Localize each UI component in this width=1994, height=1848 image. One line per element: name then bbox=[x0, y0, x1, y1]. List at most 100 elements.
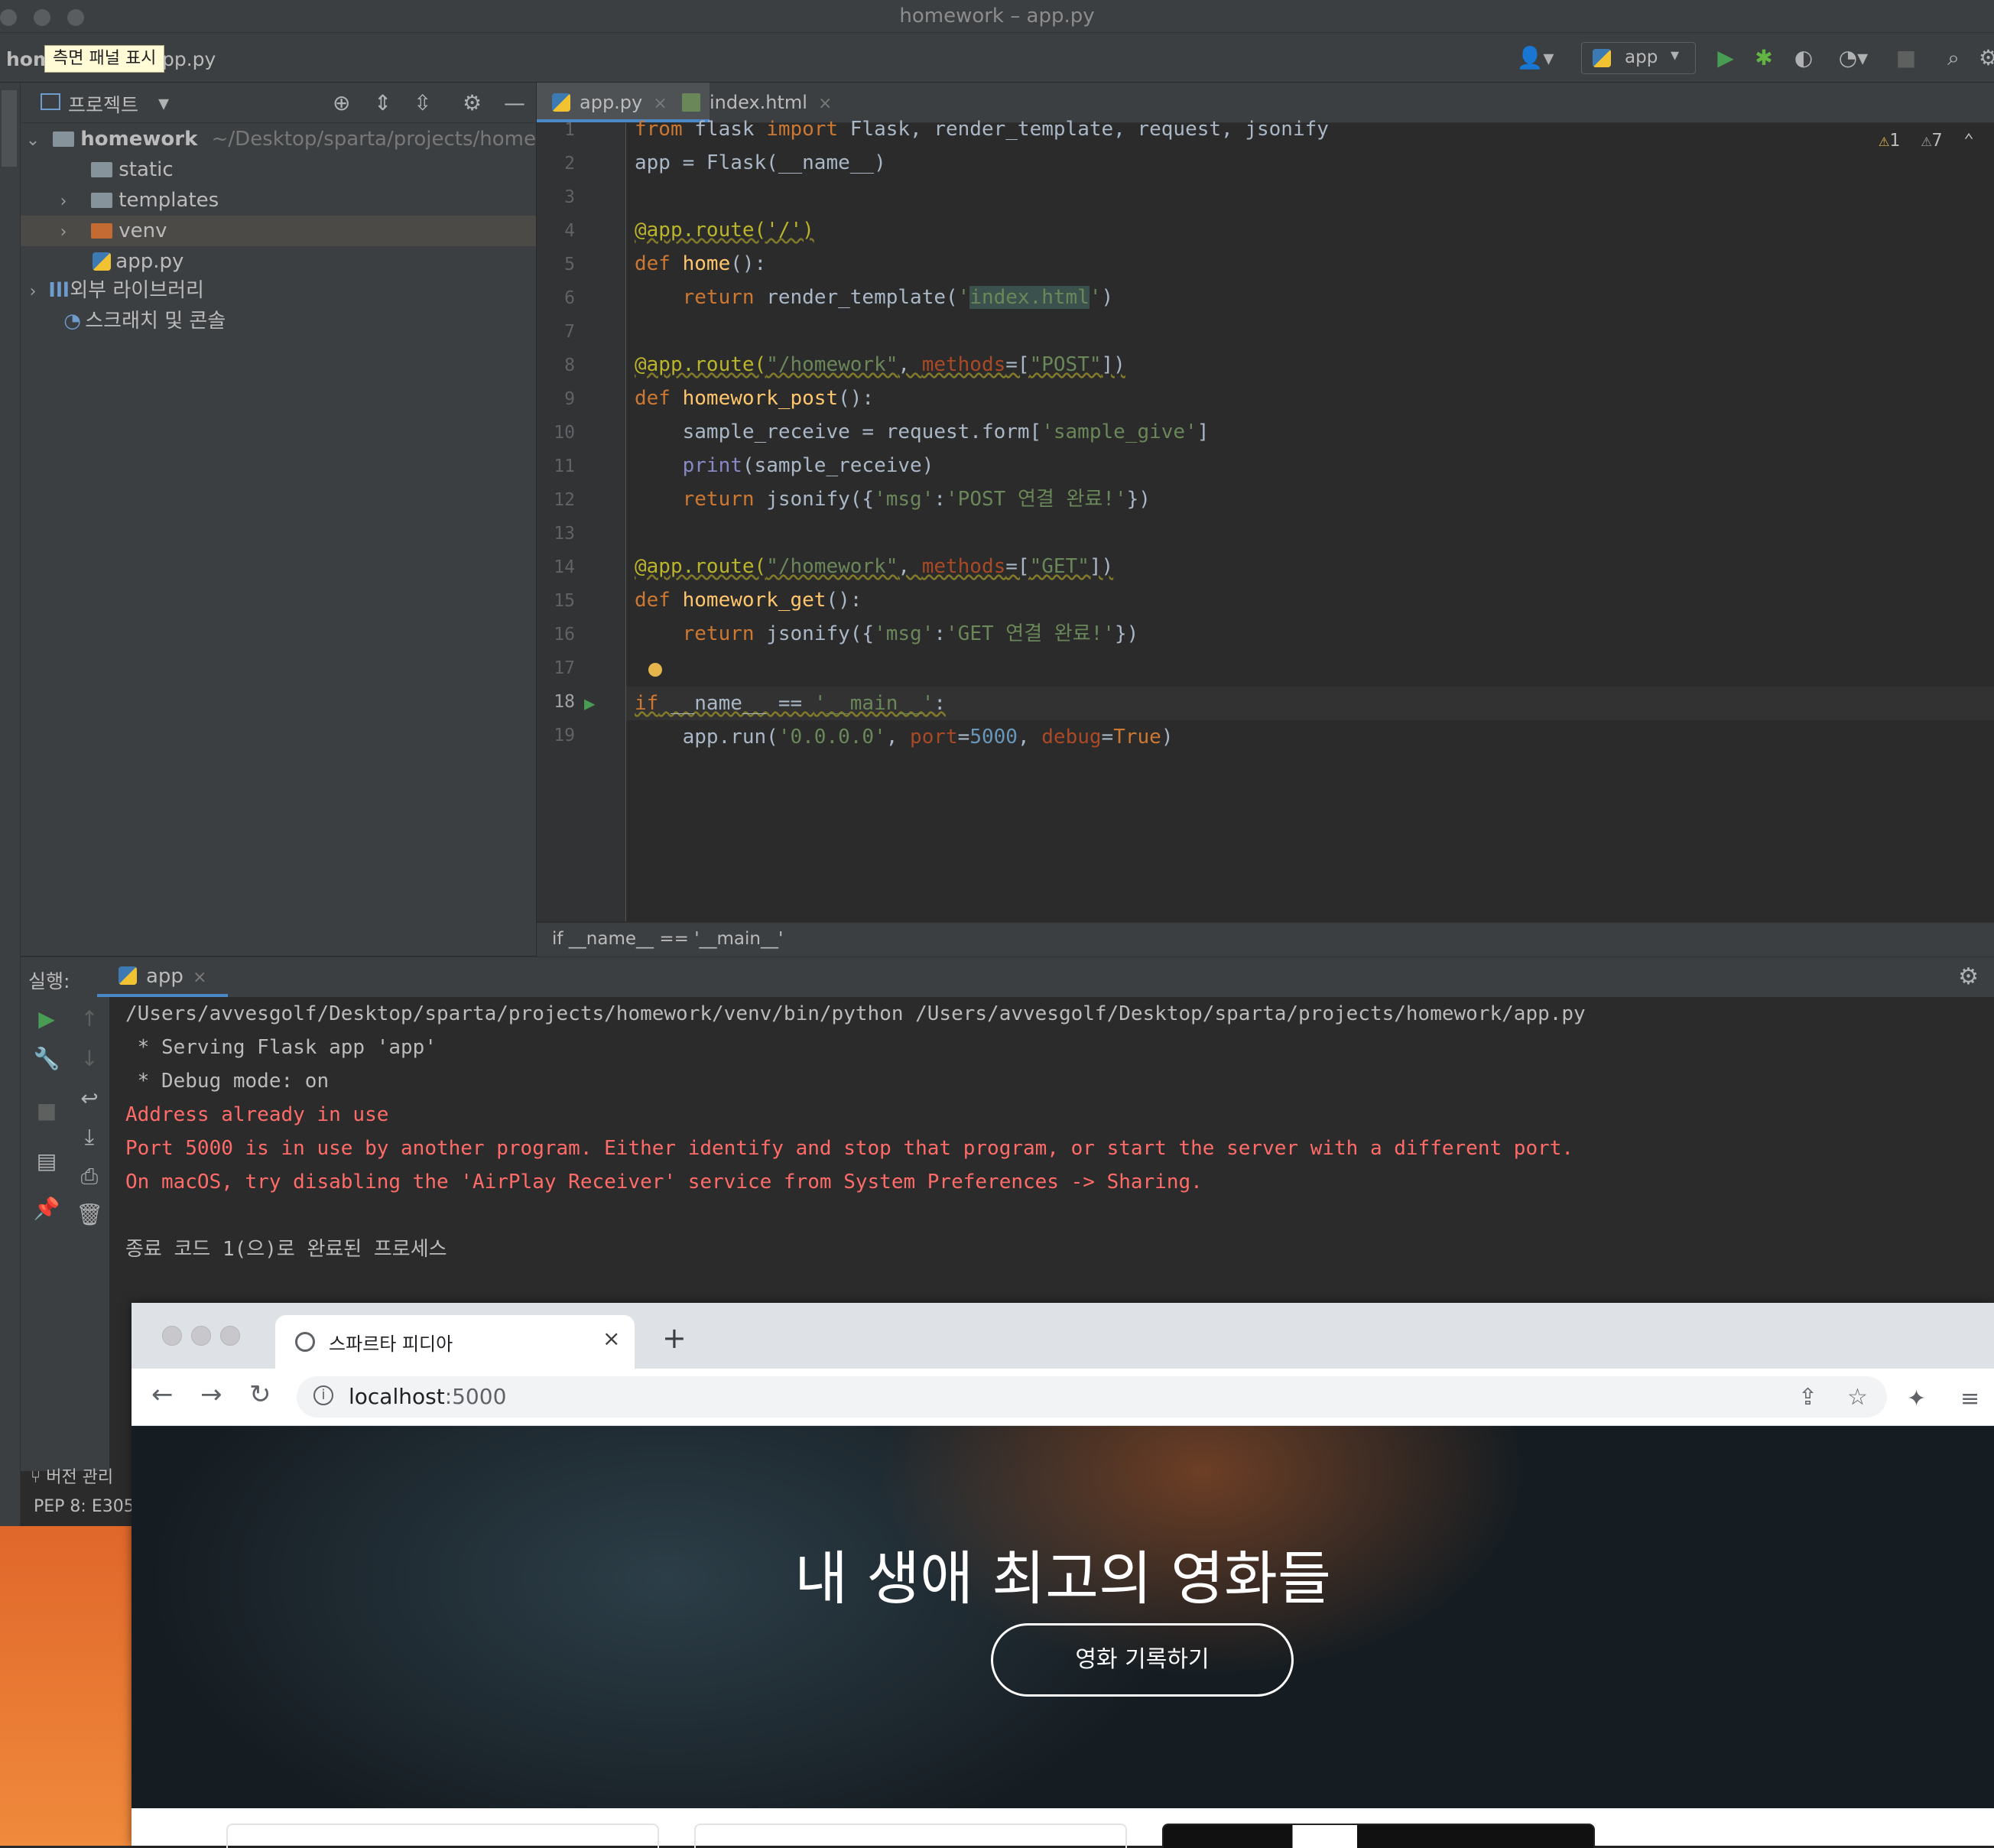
run-configuration-select[interactable]: app ▾ bbox=[1581, 42, 1696, 74]
weak-warning-icon: ⚠ bbox=[1921, 131, 1932, 151]
forward-icon[interactable]: → bbox=[200, 1379, 222, 1410]
keyword: def bbox=[635, 252, 671, 275]
console-error-line: Address already in use bbox=[125, 1103, 389, 1126]
branch-icon: ⑂ bbox=[31, 1468, 41, 1487]
code-text: ) bbox=[1161, 726, 1174, 749]
run-console[interactable]: /Users/avvesgolf/Desktop/sparta/projects… bbox=[110, 997, 1994, 1306]
tree-item-label: homework bbox=[80, 128, 198, 151]
hide-panel-icon[interactable]: — bbox=[504, 90, 525, 115]
tree-item-homework[interactable]: ⌄ homework ~/Desktop/sparta/projects/hom… bbox=[21, 124, 584, 154]
pep8-status[interactable]: PEP 8: E305 bbox=[34, 1497, 135, 1516]
scroll-to-end-icon[interactable]: ⤓ bbox=[74, 1124, 105, 1150]
project-tool-window-button[interactable] bbox=[2, 90, 17, 167]
search-icon[interactable]: ⌕ bbox=[1940, 45, 1966, 71]
code-line-10: sample_receive = request.form['sample_gi… bbox=[635, 415, 1210, 449]
close-tab-icon[interactable]: × bbox=[602, 1326, 620, 1351]
line-number: 18 bbox=[554, 692, 575, 712]
line-number: 2 bbox=[564, 154, 575, 174]
pin-icon[interactable]: 📌 bbox=[31, 1196, 62, 1221]
run-tab-app[interactable]: app × bbox=[97, 957, 229, 997]
breadcrumb-item[interactable]: if __name__ == '__main__' bbox=[552, 929, 783, 949]
parameter: port bbox=[910, 726, 958, 749]
keyword: if bbox=[635, 692, 659, 715]
close-tab-icon[interactable]: × bbox=[818, 94, 832, 113]
gear-icon[interactable]: ⚙ bbox=[463, 90, 482, 115]
close-window-icon[interactable] bbox=[162, 1326, 182, 1346]
tree-item-static[interactable]: static bbox=[21, 154, 536, 185]
record-movie-button[interactable]: 영화 기록하기 bbox=[991, 1623, 1294, 1697]
tree-item-external-libraries[interactable]: › Ill외부 라이브러리 bbox=[21, 275, 536, 306]
extensions-icon[interactable]: ✦ bbox=[1907, 1385, 1926, 1412]
minimize-window-icon[interactable] bbox=[191, 1326, 211, 1346]
code-text: app.run( bbox=[635, 726, 778, 749]
desktop-background bbox=[0, 1526, 132, 1846]
wrench-icon[interactable]: 🔧 bbox=[31, 1046, 62, 1071]
version-control-button[interactable]: ⑂ 버전 관리 bbox=[31, 1463, 113, 1488]
chevron-up-icon: ⌃ bbox=[1963, 131, 1974, 151]
movie-card[interactable] bbox=[694, 1824, 1127, 1848]
media-control-icon[interactable]: ≡ bbox=[1960, 1385, 1979, 1412]
debug-icon[interactable]: ✱ bbox=[1751, 45, 1777, 71]
scroll-down-icon[interactable]: ↓ bbox=[74, 1046, 105, 1071]
movie-card[interactable] bbox=[226, 1824, 659, 1848]
string: '0.0.0.0' bbox=[778, 726, 886, 749]
site-info-icon[interactable]: i bbox=[313, 1385, 333, 1405]
bookmark-star-icon[interactable]: ☆ bbox=[1847, 1384, 1868, 1411]
lightbulb-icon[interactable] bbox=[648, 663, 662, 677]
chevron-right-icon: › bbox=[29, 282, 37, 301]
browser-tab[interactable]: 스파르타 피디아 × bbox=[275, 1315, 635, 1369]
chevron-down-icon[interactable]: ▾ bbox=[158, 90, 169, 115]
browser-tab-strip: 스파르타 피디아 × + bbox=[132, 1303, 1994, 1369]
code-text: , bbox=[885, 726, 911, 749]
project-panel-header: 프로젝트 ▾ ⊕ ⇕ ⇳ ⚙ — bbox=[21, 83, 536, 123]
code-text: ]) bbox=[1101, 353, 1125, 376]
inspection-widget[interactable]: ⚠1 ⚠7 ⌃ bbox=[1879, 131, 1974, 151]
browser-toolbar: ← → ↻ i localhost:5000 ⇪ ☆ ✦ ≡ bbox=[132, 1369, 1994, 1426]
tree-item-app-py[interactable]: app.py bbox=[21, 246, 536, 277]
editor-breadcrumb[interactable]: if __name__ == '__main__' bbox=[537, 922, 1994, 956]
number: 5000 bbox=[969, 726, 1018, 749]
profile-icon[interactable]: ◔▾ bbox=[1830, 45, 1876, 71]
stop-icon[interactable]: ■ bbox=[31, 1098, 62, 1123]
locate-icon[interactable]: ⊕ bbox=[333, 90, 350, 115]
collapse-all-icon[interactable]: ⇳ bbox=[414, 90, 431, 115]
close-tab-icon[interactable]: × bbox=[193, 968, 206, 987]
project-panel-title[interactable]: 프로젝트 bbox=[68, 90, 138, 118]
tree-item-templates[interactable]: › templates bbox=[21, 185, 536, 216]
share-icon[interactable]: ⇪ bbox=[1798, 1384, 1817, 1411]
chevron-down-icon: ⌄ bbox=[25, 131, 41, 150]
new-tab-icon[interactable]: + bbox=[662, 1321, 687, 1355]
code-editor[interactable]: 1 2 3 4 5 6 7 8 9 10 11 12 13 14 15 16 17 18 19 ▶ ⚠1 ⚠7 ⌃ … bbox=[537, 118, 1994, 921]
zoom-window-icon[interactable] bbox=[220, 1326, 240, 1346]
tree-item-scratches[interactable]: ◔ 스크래치 및 콘솔 bbox=[21, 306, 536, 336]
run-icon[interactable]: ▶ bbox=[1713, 45, 1739, 71]
account-icon[interactable]: 👤▾ bbox=[1514, 45, 1557, 71]
address-bar[interactable]: i localhost:5000 ⇪ ☆ bbox=[297, 1376, 1887, 1418]
trash-icon[interactable]: 🗑 bbox=[74, 1202, 105, 1227]
back-icon[interactable]: ← bbox=[151, 1379, 174, 1410]
movie-card[interactable] bbox=[1162, 1824, 1595, 1848]
soft-wrap-icon[interactable]: ↩ bbox=[74, 1086, 105, 1111]
tree-item-venv[interactable]: › venv bbox=[21, 216, 536, 246]
tree-item-path: ~/Desktop/sparta/projects/homework bbox=[211, 128, 584, 151]
code-text: jsonify({ bbox=[754, 488, 875, 511]
run-gutter-icon[interactable]: ▶ bbox=[584, 693, 595, 714]
print-icon[interactable]: ⎙ bbox=[74, 1164, 105, 1190]
code-line-14: @app.route("/homework", methods=["GET"]) bbox=[635, 550, 1113, 583]
settings-icon[interactable]: ⚙ bbox=[1979, 45, 1994, 71]
breadcrumb-file[interactable]: pp.py bbox=[162, 48, 216, 70]
code-line-1: from flask import Flask, render_template… bbox=[635, 112, 1329, 146]
gear-icon[interactable]: ⚙ bbox=[1958, 963, 1979, 990]
code-text: __name__ == bbox=[658, 692, 814, 715]
rerun-icon[interactable]: ▶ bbox=[31, 1006, 62, 1031]
tab-label: app.py bbox=[580, 92, 643, 113]
coverage-icon[interactable]: ◐ bbox=[1791, 45, 1817, 71]
stop-icon[interactable]: ■ bbox=[1893, 45, 1919, 71]
expand-all-icon[interactable]: ⇕ bbox=[374, 90, 391, 115]
scroll-up-icon[interactable]: ↑ bbox=[74, 1006, 105, 1031]
run-panel-title: 실행: bbox=[28, 970, 70, 992]
layout-icon[interactable]: ▤ bbox=[31, 1148, 62, 1174]
code-text: = bbox=[957, 726, 970, 749]
reload-icon[interactable]: ↻ bbox=[249, 1379, 271, 1410]
close-tab-icon[interactable]: × bbox=[653, 94, 667, 113]
